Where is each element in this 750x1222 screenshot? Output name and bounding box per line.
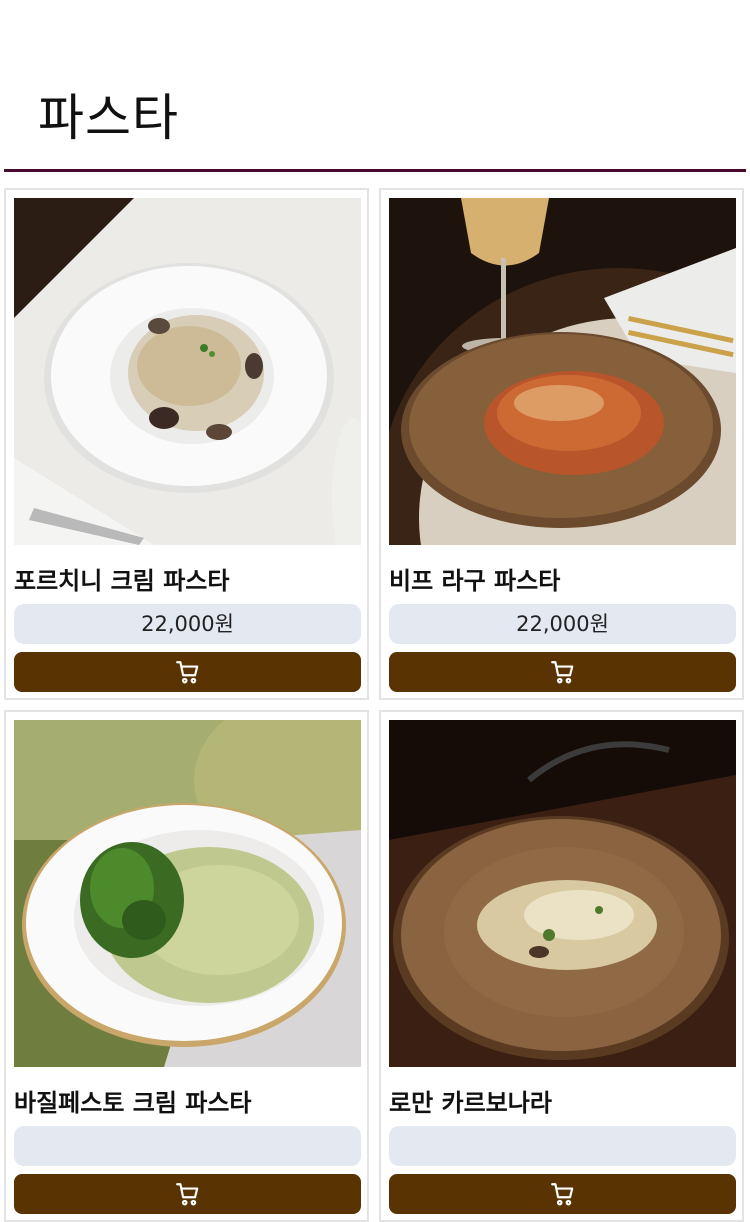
product-price xyxy=(14,1126,361,1166)
add-to-cart-button[interactable] xyxy=(389,1174,736,1214)
shopping-cart-icon xyxy=(175,1183,198,1206)
product-image[interactable] xyxy=(389,198,736,545)
title-divider xyxy=(4,169,746,172)
product-name: 로만 카르보나라 xyxy=(389,1089,552,1117)
product-image[interactable] xyxy=(14,198,361,545)
product-price: 22,000원 xyxy=(389,604,736,644)
product-card[interactable]: 포르치니 크림 파스타 22,000원 xyxy=(4,188,369,700)
product-price: 22,000원 xyxy=(14,604,361,644)
product-image[interactable] xyxy=(14,720,361,1067)
product-card[interactable]: 로만 카르보나라 xyxy=(379,710,744,1222)
product-name: 포르치니 크림 파스타 xyxy=(14,567,230,595)
page-title: 파스타 xyxy=(38,89,179,147)
shopping-cart-icon xyxy=(550,661,573,684)
shopping-cart-icon xyxy=(550,1183,573,1206)
product-card[interactable]: 비프 라구 파스타 22,000원 xyxy=(379,188,744,700)
add-to-cart-button[interactable] xyxy=(14,1174,361,1214)
product-image[interactable] xyxy=(389,720,736,1067)
product-name: 비프 라구 파스타 xyxy=(389,567,561,595)
product-price xyxy=(389,1126,736,1166)
shopping-cart-icon xyxy=(175,661,198,684)
product-name: 바질페스토 크림 파스타 xyxy=(14,1089,252,1117)
add-to-cart-button[interactable] xyxy=(389,652,736,692)
add-to-cart-button[interactable] xyxy=(14,652,361,692)
product-card[interactable]: 바질페스토 크림 파스타 xyxy=(4,710,369,1222)
